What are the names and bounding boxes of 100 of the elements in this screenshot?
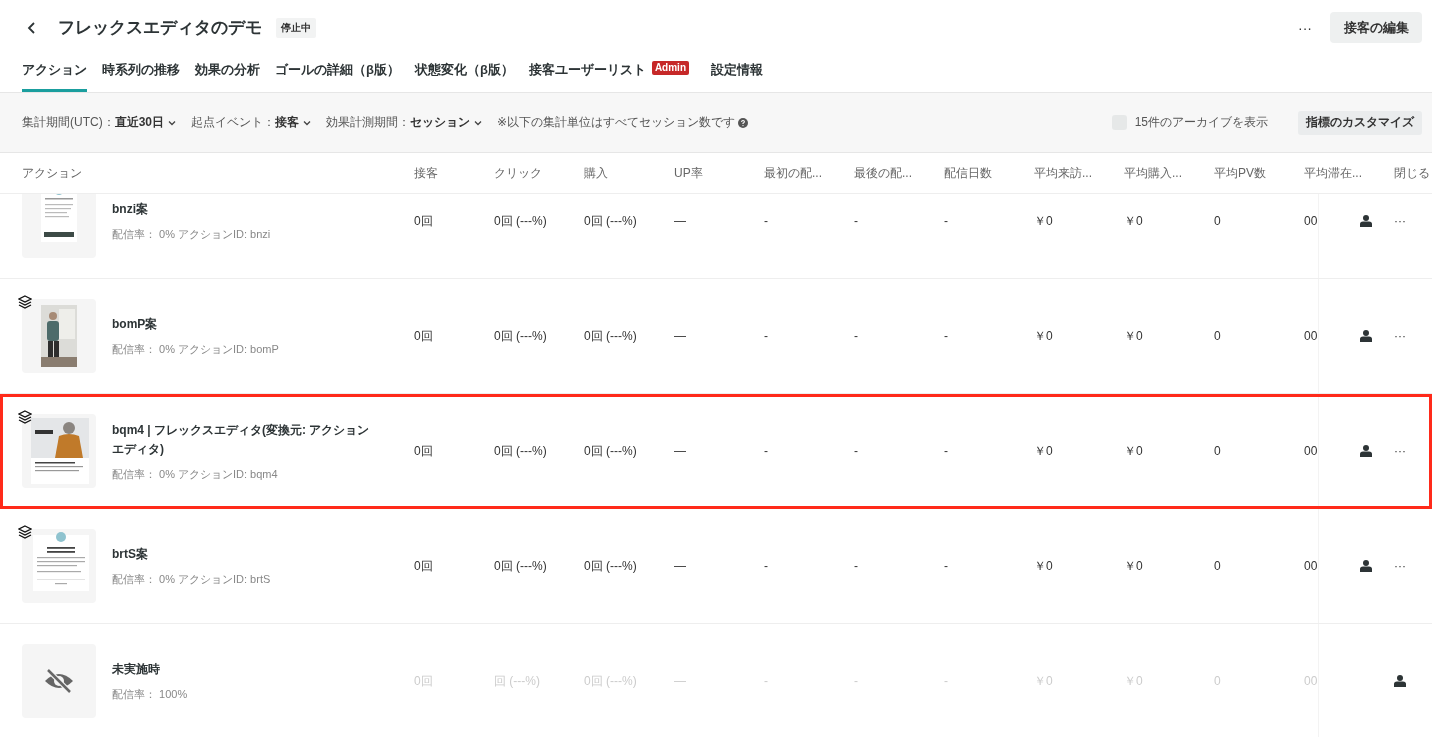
more-button[interactable]: ···	[1394, 444, 1406, 458]
table-cell-text: -	[764, 673, 769, 690]
table-cell-text: 0	[1214, 328, 1222, 345]
table-cell-text: -	[854, 673, 859, 690]
filter-dropdown[interactable]: 効果計測期間：セッション	[326, 114, 483, 131]
filter-dropdown[interactable]: 集計期間(UTC)：直近30日	[22, 114, 177, 131]
more-button[interactable]: ···	[1394, 329, 1406, 343]
table-cell-text: 0回	[414, 213, 434, 230]
table-cell-text: -	[854, 328, 859, 345]
admin-badge: Admin	[651, 61, 689, 76]
table-cell-text: ￥0	[1034, 213, 1054, 230]
column-header: 平均購入...	[1124, 164, 1183, 182]
table-cell-text: -	[944, 328, 949, 345]
table-cell-text: 0回 (---%)	[584, 558, 638, 575]
person-icon[interactable]	[1360, 445, 1372, 457]
action-title: brtS案	[112, 546, 149, 563]
tab[interactable]: ゴールの詳細（β版）	[275, 55, 400, 92]
person-icon[interactable]	[1360, 215, 1372, 227]
table-cell-text: 0回	[414, 443, 434, 460]
column-header: 接客	[414, 164, 439, 182]
table-cell-text: 0回 (---%)	[584, 213, 638, 230]
tab[interactable]: 状態変化（β版）	[414, 55, 514, 92]
action-thumbnail[interactable]	[22, 194, 96, 258]
table-cell-text: 00	[1304, 443, 1318, 460]
table-cell-text: —	[674, 443, 687, 460]
table-cell-text: 0回 (---%)	[494, 443, 548, 460]
table-cell-text: -	[854, 558, 859, 575]
table-cell-text: 00	[1304, 558, 1318, 575]
back-icon[interactable]	[27, 21, 37, 34]
table-cell-text: -	[944, 213, 949, 230]
action-title: bqm4 | フレックスエディタ(変換元: アクションエディタ)	[112, 421, 371, 458]
action-meta: 配信率： 0% アクションID: bomP	[112, 342, 279, 357]
column-header: 平均PV数	[1214, 164, 1267, 182]
table-cell-text: ￥0	[1124, 328, 1144, 345]
column-header: UP率	[674, 164, 704, 182]
action-thumbnail[interactable]	[22, 414, 96, 488]
table-cell-text: ￥0	[1034, 558, 1054, 575]
table-cell-text: 0回 (---%)	[494, 328, 548, 345]
table-cell-text: -	[764, 213, 769, 230]
column-header: 平均来訪...	[1034, 164, 1093, 182]
table-cell-text: -	[764, 328, 769, 345]
column-header: 最後の配...	[854, 164, 913, 182]
table-cell-text: ￥0	[1124, 558, 1144, 575]
table-cell-text: 0	[1214, 213, 1222, 230]
table-cell-text: 0回	[414, 558, 434, 575]
page-title: フレックスエディタのデモ	[58, 17, 262, 40]
more-button[interactable]: ···	[1394, 559, 1406, 573]
action-meta: 配信率： 0% アクションID: bqm4	[112, 466, 279, 482]
table-row[interactable]: brtS案 配信率： 0% アクションID: brtS 0回 0回 (---%) 0回 (---%) — - - - ￥0 ￥0 0 00 ···	[0, 509, 1432, 624]
table-cell-text: -	[764, 443, 769, 460]
action-meta: 配信率： 100%	[112, 687, 188, 702]
column-header: 平均滞在...	[1304, 164, 1363, 182]
tab[interactable]: 接客ユーザーリスト Admin	[528, 55, 689, 92]
filter-dropdown[interactable]: 起点イベント：接客	[191, 114, 312, 131]
table-cell-text: —	[674, 328, 687, 345]
table-cell-text: —	[674, 558, 687, 575]
action-title: 未実施時	[112, 661, 161, 678]
tab[interactable]: 効果の分析	[195, 55, 260, 92]
status-badge: 停止中	[276, 17, 316, 38]
table-cell-text: -	[764, 558, 769, 575]
table-cell-text: 0回 (---%)	[494, 558, 548, 575]
action-title: bnzi案	[112, 201, 149, 218]
column-header: 最初の配...	[764, 164, 823, 182]
table-cell-text: 0	[1214, 558, 1222, 575]
customize-button[interactable]: 指標のカスタマイズ	[1298, 110, 1422, 135]
table-cell-text: -	[944, 673, 949, 690]
note-text: ※以下の集計単位はすべてセッション数です	[497, 114, 736, 131]
action-title: bomP案	[112, 316, 159, 333]
more-button[interactable]: ···	[1394, 214, 1406, 228]
table-cell-text: —	[674, 673, 687, 690]
edit-button[interactable]: 接客の編集	[1330, 12, 1422, 44]
table-row[interactable]: bqm4 | フレックスエディタ(変換元: アクションエディタ) 配信率： 0% アクションID: bqm4 0回 0回 (---%) 0回 (---%) — - - - ￥0 ￥0 0 00 ···	[0, 394, 1432, 509]
table-cell-text: -	[854, 443, 859, 460]
table-cell-text: 0回 (---%)	[584, 443, 638, 460]
table-cell-text: ￥0	[1124, 443, 1144, 460]
table-cell-text: 0回 (---%)	[494, 213, 548, 230]
table-cell-text: 00	[1304, 328, 1318, 345]
table-cell-text: 0回	[414, 328, 434, 345]
column-header: アクション	[22, 164, 83, 182]
action-meta: 配信率： 0% アクションID: bnzi	[112, 227, 271, 242]
column-header: 購入	[584, 164, 609, 182]
table-row[interactable]: bomP案 配信率： 0% アクションID: bomP 0回 0回 (---%) 0回 (---%) — - - - ￥0 ￥0 0 00 ···	[0, 279, 1432, 394]
action-thumbnail[interactable]	[22, 529, 96, 603]
person-icon[interactable]	[1360, 560, 1372, 572]
action-thumbnail[interactable]	[22, 299, 96, 373]
column-header: クリック	[494, 164, 543, 182]
help-icon[interactable]	[738, 117, 749, 128]
eye-off-icon	[43, 667, 75, 695]
table-row[interactable]: bnzi案 配信率： 0% アクションID: bnzi 0回 0回 (---%) 0回 (---%) — - - - ￥0 ￥0 0 00 ···	[0, 194, 1432, 279]
table-cell-text: ￥0	[1034, 443, 1054, 460]
table-cell-text: -	[854, 213, 859, 230]
table-cell-text: 0	[1214, 443, 1222, 460]
person-icon[interactable]	[1360, 330, 1372, 342]
table-cell-text: ￥0	[1034, 328, 1054, 345]
tab[interactable]: 時系列の推移	[102, 55, 180, 92]
table-cell-text: 0回 (---%)	[584, 328, 638, 345]
table-cell-text: -	[944, 558, 949, 575]
more-button[interactable]: ···	[1294, 19, 1316, 36]
tab[interactable]: 設定情報	[711, 55, 763, 92]
action-meta: 配信率： 0% アクションID: brtS	[112, 572, 271, 587]
